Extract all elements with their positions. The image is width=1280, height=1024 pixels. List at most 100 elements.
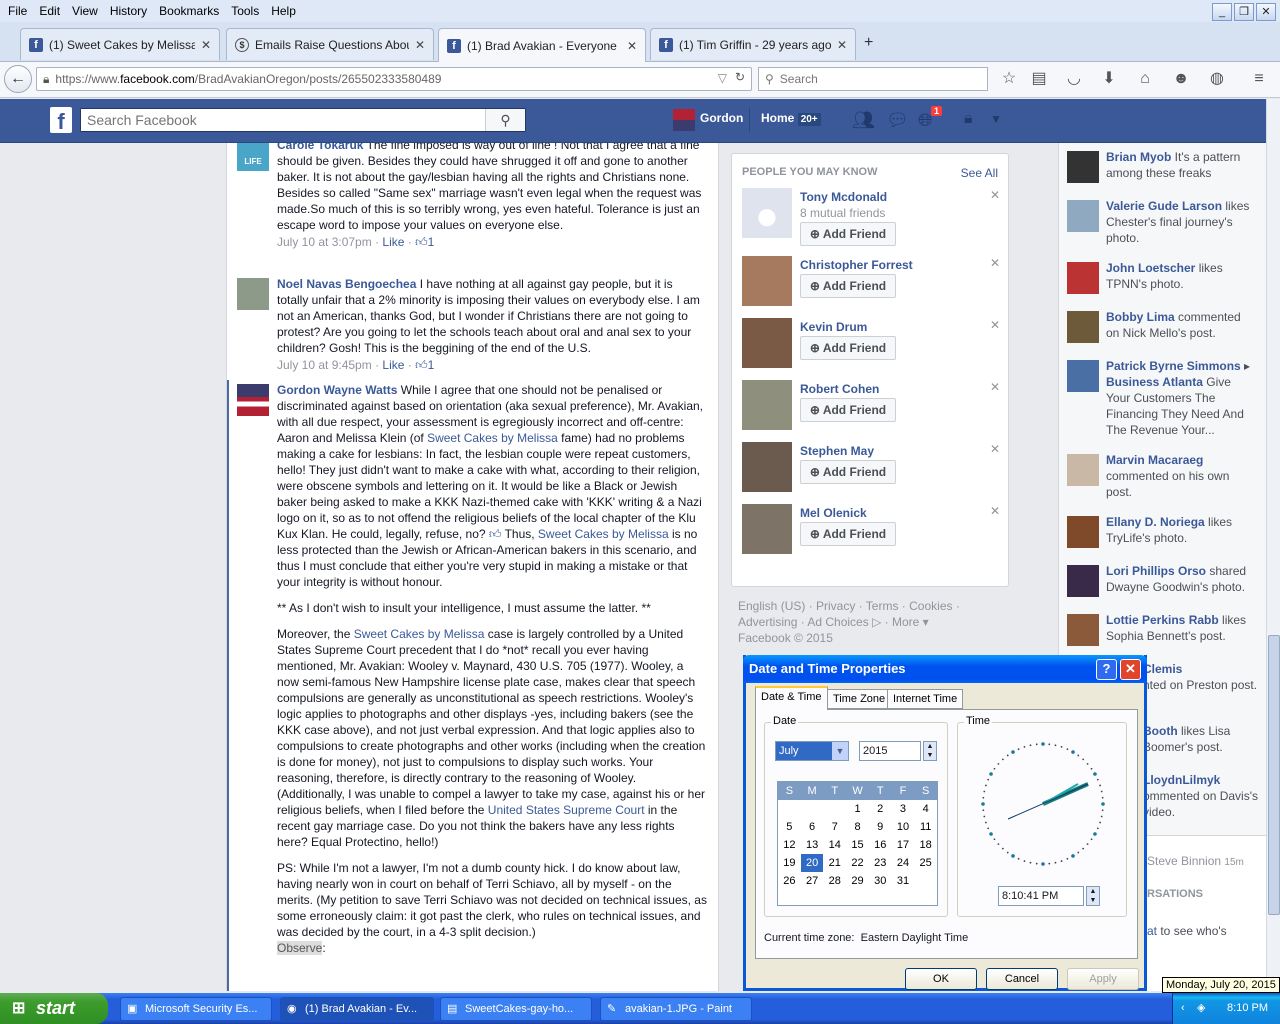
calendar-day[interactable]: 1 [846,800,869,818]
calendar-day[interactable]: 16 [869,836,892,854]
ticker-item[interactable]: Valerie Gude Larson likes Chester's fina… [1067,198,1257,246]
home-link[interactable]: Home 20+ [761,111,821,126]
close-tab-icon[interactable]: ✕ [201,38,211,52]
tray-arrow-icon[interactable]: ‹ [1181,993,1185,1024]
calendar-day[interactable]: 8 [846,818,869,836]
back-icon[interactable]: ← [4,65,32,93]
add-friend-button[interactable]: ⊕ Add Friend [800,460,896,484]
avatar[interactable] [742,442,792,492]
close-icon[interactable]: ✕ [990,188,1000,202]
calendar-day[interactable]: 24 [892,854,915,872]
default-avatar-icon[interactable]: ● [742,188,792,238]
calendar-day[interactable]: 4 [914,800,937,818]
restore-icon[interactable]: ❐ [1234,3,1254,21]
supreme-court-link[interactable]: United States Supreme Court [488,803,645,817]
close-icon[interactable]: ✕ [990,504,1000,518]
add-friend-button[interactable]: ⊕ Add Friend [800,398,896,422]
scrollbar-thumb[interactable] [1268,635,1280,915]
ticker-item[interactable]: Booth likes Lisa Boomer's post. [1143,723,1261,755]
minimize-icon[interactable]: _ [1212,3,1232,21]
reload-icon[interactable]: ↻ [735,70,745,84]
tab-tim-griffin[interactable]: f (1) Tim Griffin - 29 years ago ... ✕ [650,28,856,60]
commenter-name[interactable]: Noel Navas Bengoechea [277,277,416,291]
close-window-icon[interactable]: ✕ [1256,3,1276,21]
close-icon[interactable]: ✕ [1120,659,1141,680]
calendar-day[interactable]: 28 [823,872,846,890]
close-icon[interactable]: ✕ [990,380,1000,394]
menu-help[interactable]: Help [265,4,302,18]
tab-brad-avakian[interactable]: f (1) Brad Avakian - Everyone ... ✕ [438,28,646,62]
hamburger-menu-icon[interactable]: ≡ [1248,68,1270,90]
clock[interactable]: 8:10 PM [1227,1002,1268,1014]
calendar-day[interactable]: 7 [823,818,846,836]
commenter-name[interactable]: Gordon Wayne Watts [277,383,397,397]
download-icon[interactable]: ⬇ [1098,68,1120,90]
comment-time[interactable]: July 10 at 9:45pm [277,358,372,372]
calendar-day[interactable]: 31 [892,872,915,890]
sweet-cakes-link[interactable]: Sweet Cakes by Melissa [427,431,558,445]
calendar-day[interactable]: 17 [892,836,915,854]
menu-file[interactable]: File [2,4,33,18]
tab-time-zone[interactable]: Time Zone [827,689,892,709]
calendar-day[interactable]: 3 [892,800,915,818]
friend-requests-icon[interactable]: 👥︎ [852,110,875,131]
calendar-day[interactable]: 9 [869,818,892,836]
ticker-item[interactable]: Lottie Perkins Rabb likes Sophia Bennett… [1067,612,1257,646]
pymk-name[interactable]: Stephen May [800,444,874,458]
calendar-day[interactable]: 27 [801,872,824,890]
avatar[interactable]: LIFE [237,143,269,171]
calendar-day[interactable]: 18 [914,836,937,854]
taskbar-item-notepad[interactable]: ▤ SweetCakes-gay-ho... [440,997,592,1021]
avatar[interactable] [237,278,269,310]
comment-time[interactable]: July 10 at 3:07pm [277,235,372,249]
sweet-cakes-link[interactable]: Sweet Cakes by Melissa [538,527,669,541]
like-count[interactable]: 👍︎1 [415,358,434,372]
avatar[interactable] [742,504,792,554]
add-friend-button[interactable]: ⊕ Add Friend [800,336,896,360]
ticker-item[interactable]: LloydnLilmyk ommented on Davis's video. [1143,772,1261,820]
tab-date-time[interactable]: Date & Time [755,686,828,710]
apply-button[interactable]: Apply [1067,968,1139,990]
close-icon[interactable]: ✕ [990,318,1000,332]
ticker-item[interactable]: John Loetscher likes TPNN's photo. [1067,260,1257,294]
search-icon[interactable]: ⚲ [485,109,525,131]
reading-list-icon[interactable]: ▤ [1028,68,1050,90]
avatar[interactable] [742,318,792,368]
chat-hint-link[interactable]: at [1147,924,1157,938]
menu-history[interactable]: History [104,4,153,18]
calendar-day[interactable]: 20 [800,854,824,872]
chat-icon[interactable]: ☻ [1170,68,1192,90]
calendar-day[interactable]: 30 [869,872,892,890]
help-icon[interactable]: ? [1096,659,1117,680]
year-spinner-icon[interactable]: ▲ ▼ [923,741,937,761]
close-tab-icon[interactable]: ✕ [627,39,637,53]
taskbar-item-paint[interactable]: ✎ avakian-1.JPG - Paint [600,997,752,1021]
avatar[interactable] [237,384,269,416]
ticker-item[interactable]: Bobby Lima commented on Nick Mello's pos… [1067,309,1257,343]
pymk-name[interactable]: Mel Olenick [800,506,867,520]
new-tab-icon[interactable]: + [864,34,873,52]
calendar-day[interactable]: 25 [914,854,937,872]
cancel-button[interactable]: Cancel [986,968,1058,990]
close-tab-icon[interactable]: ✕ [837,38,847,52]
footer-ad-links[interactable]: Advertising · Ad Choices [738,615,869,629]
time-spinner-icon[interactable]: ▲ ▼ [1086,886,1100,906]
ticker-item[interactable]: Brian Myob It's a pattern among these fr… [1067,149,1257,183]
chevron-down-icon[interactable]: ▼ [832,742,848,760]
chat-peek[interactable]: Steve Binnion 15m [1147,854,1244,868]
see-all-link[interactable]: See All [961,166,998,180]
messages-icon[interactable]: 💬︎ [886,110,909,131]
like-link[interactable]: Like [382,358,404,372]
pymk-name[interactable]: Robert Cohen [800,382,879,396]
close-icon[interactable]: ✕ [990,442,1000,456]
close-tab-icon[interactable]: ✕ [415,38,425,52]
calendar-day[interactable]: 29 [846,872,869,890]
menu-bookmarks[interactable]: Bookmarks [153,4,225,18]
like-count[interactable]: 👍︎1 [415,235,434,249]
calendar-day[interactable]: 23 [869,854,892,872]
calendar-day[interactable]: 14 [823,836,846,854]
add-friend-button[interactable]: ⊕ Add Friend [800,274,896,298]
calendar-day[interactable]: 15 [846,836,869,854]
ticker-item[interactable]: Clemis nted on Preston post. [1143,661,1261,693]
calendar-day[interactable]: 5 [778,818,801,836]
